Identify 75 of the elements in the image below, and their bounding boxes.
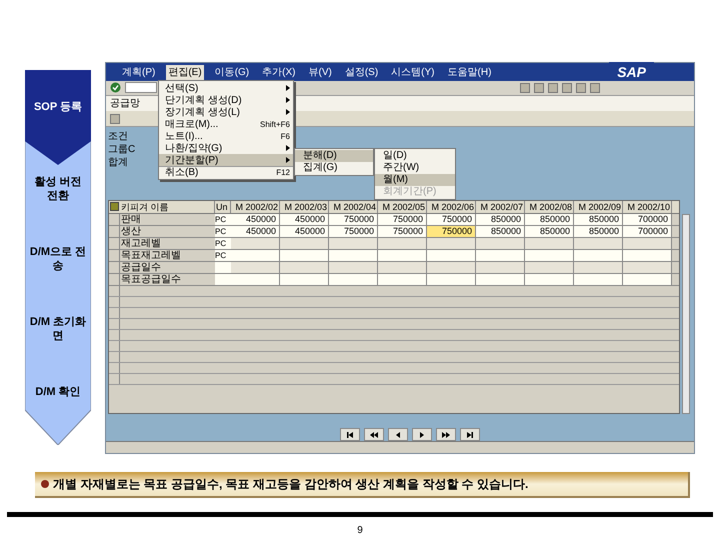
column-header[interactable]: Un: [215, 201, 231, 214]
value-cell: 850000: [574, 226, 623, 238]
column-header[interactable]: M 2002/04: [329, 201, 378, 214]
menu-entry[interactable]: 기간분할(P): [159, 154, 293, 166]
menu-item[interactable]: 시스템(Y): [389, 64, 437, 80]
unit-cell: PC: [215, 226, 231, 238]
menu-entry[interactable]: 취소(B) F12: [159, 166, 293, 178]
menu-entry[interactable]: 주간(W): [375, 162, 455, 174]
value-cell: 750000: [427, 226, 476, 238]
unit-cell: PC: [215, 250, 231, 262]
menu-item[interactable]: 도움말(H): [446, 64, 494, 80]
unit-cell: PC: [215, 214, 231, 226]
unit-cell: PC: [215, 238, 231, 250]
menu-item[interactable]: 추가(X): [260, 64, 298, 80]
header-field-label: 합계: [108, 157, 128, 170]
column-header[interactable]: M 2002/02: [231, 201, 280, 214]
column-header[interactable]: M 2002/09: [574, 201, 623, 214]
value-cell: 750000: [378, 226, 427, 238]
value-cell: 750000: [329, 214, 378, 226]
menu-entry[interactable]: 월(M): [375, 174, 455, 186]
menu-item[interactable]: 계획(P): [120, 64, 158, 80]
column-header[interactable]: 키피겨 이름: [120, 201, 215, 214]
menu-entry-label: 장기계획 생성(L): [165, 106, 241, 118]
column-header[interactable]: M 2002/08: [525, 201, 574, 214]
value-cell: 750000: [329, 226, 378, 238]
menu-entry-label: 취소(B): [165, 167, 200, 178]
menu-item[interactable]: 뷰(V): [306, 64, 334, 80]
menu-item[interactable]: 편집(E): [166, 64, 204, 80]
step-label: D/M 확인: [34, 385, 82, 400]
column-header[interactable]: M 2002/10: [623, 201, 672, 214]
menu-entry-label: 단기계획 생성(D): [165, 94, 243, 106]
value-cell: 450000: [280, 214, 329, 226]
menu-entry[interactable]: 집계(G): [295, 162, 373, 174]
value-cell: 700000: [623, 214, 672, 226]
screen-title: 공급망: [110, 96, 140, 111]
menu-item[interactable]: 이동(G): [212, 64, 252, 80]
menu-entry[interactable]: 분해(D): [295, 150, 373, 162]
column-header[interactable]: M 2002/05: [378, 201, 427, 214]
value-cell: 750000: [378, 214, 427, 226]
value-cell: 850000: [525, 214, 574, 226]
step-label: D/M 초기화면: [28, 315, 88, 344]
menu-entry[interactable]: 장기계획 생성(L): [159, 106, 293, 118]
shortcut-label: F6: [280, 130, 290, 142]
menu-entry-label: 나환/집약(G): [165, 142, 224, 154]
value-cell: 700000: [623, 226, 672, 238]
value-cell: 450000: [231, 226, 280, 238]
shortcut-label: Shift+F6: [260, 118, 290, 130]
value-cell: 850000: [476, 214, 525, 226]
header-field-label: 조건: [108, 131, 128, 144]
header-field-label: 그룹C: [108, 144, 136, 156]
value-cell: 450000: [231, 214, 280, 226]
menu-entry[interactable]: 노트(I)... F6: [159, 130, 293, 142]
value-cell: 850000: [476, 226, 525, 238]
menu-item[interactable]: 설정(S): [342, 64, 380, 80]
menu-entry-label: 노트(I)...: [165, 130, 204, 142]
column-header[interactable]: M 2002/07: [476, 201, 525, 214]
menu-entry-label: 기간분할(P): [165, 154, 220, 166]
menu-entry[interactable]: 매크로(M)... Shift+F6: [159, 118, 293, 130]
step-label: D/M으로 전송: [28, 245, 88, 274]
column-header[interactable]: M 2002/06: [427, 201, 476, 214]
value-cell: 850000: [574, 214, 623, 226]
shortcut-label: F12: [276, 167, 290, 178]
menu-entry-label: 매크로(M)...: [165, 118, 220, 130]
value-cell: 850000: [525, 226, 574, 238]
column-header[interactable]: M 2002/03: [280, 201, 329, 214]
page-number: 9: [357, 524, 363, 538]
value-cell: 750000: [427, 214, 476, 226]
value-cell: 450000: [280, 226, 329, 238]
menu-entry-label: 선택(S): [165, 82, 200, 94]
menu-entry[interactable]: 선택(S): [159, 82, 293, 94]
menu-entry[interactable]: 나환/집약(G): [159, 142, 293, 154]
menu-entry[interactable]: 일(D): [375, 150, 455, 162]
caption-text: 개별 자재별로는 목표 공급일수, 목표 재고등을 감안하여 생산 계획을 작성할 수 있습니다.: [53, 476, 528, 493]
menu-entry[interactable]: 단기계획 생성(D): [159, 94, 293, 106]
step-label: 활성 버전 전환: [33, 175, 83, 204]
